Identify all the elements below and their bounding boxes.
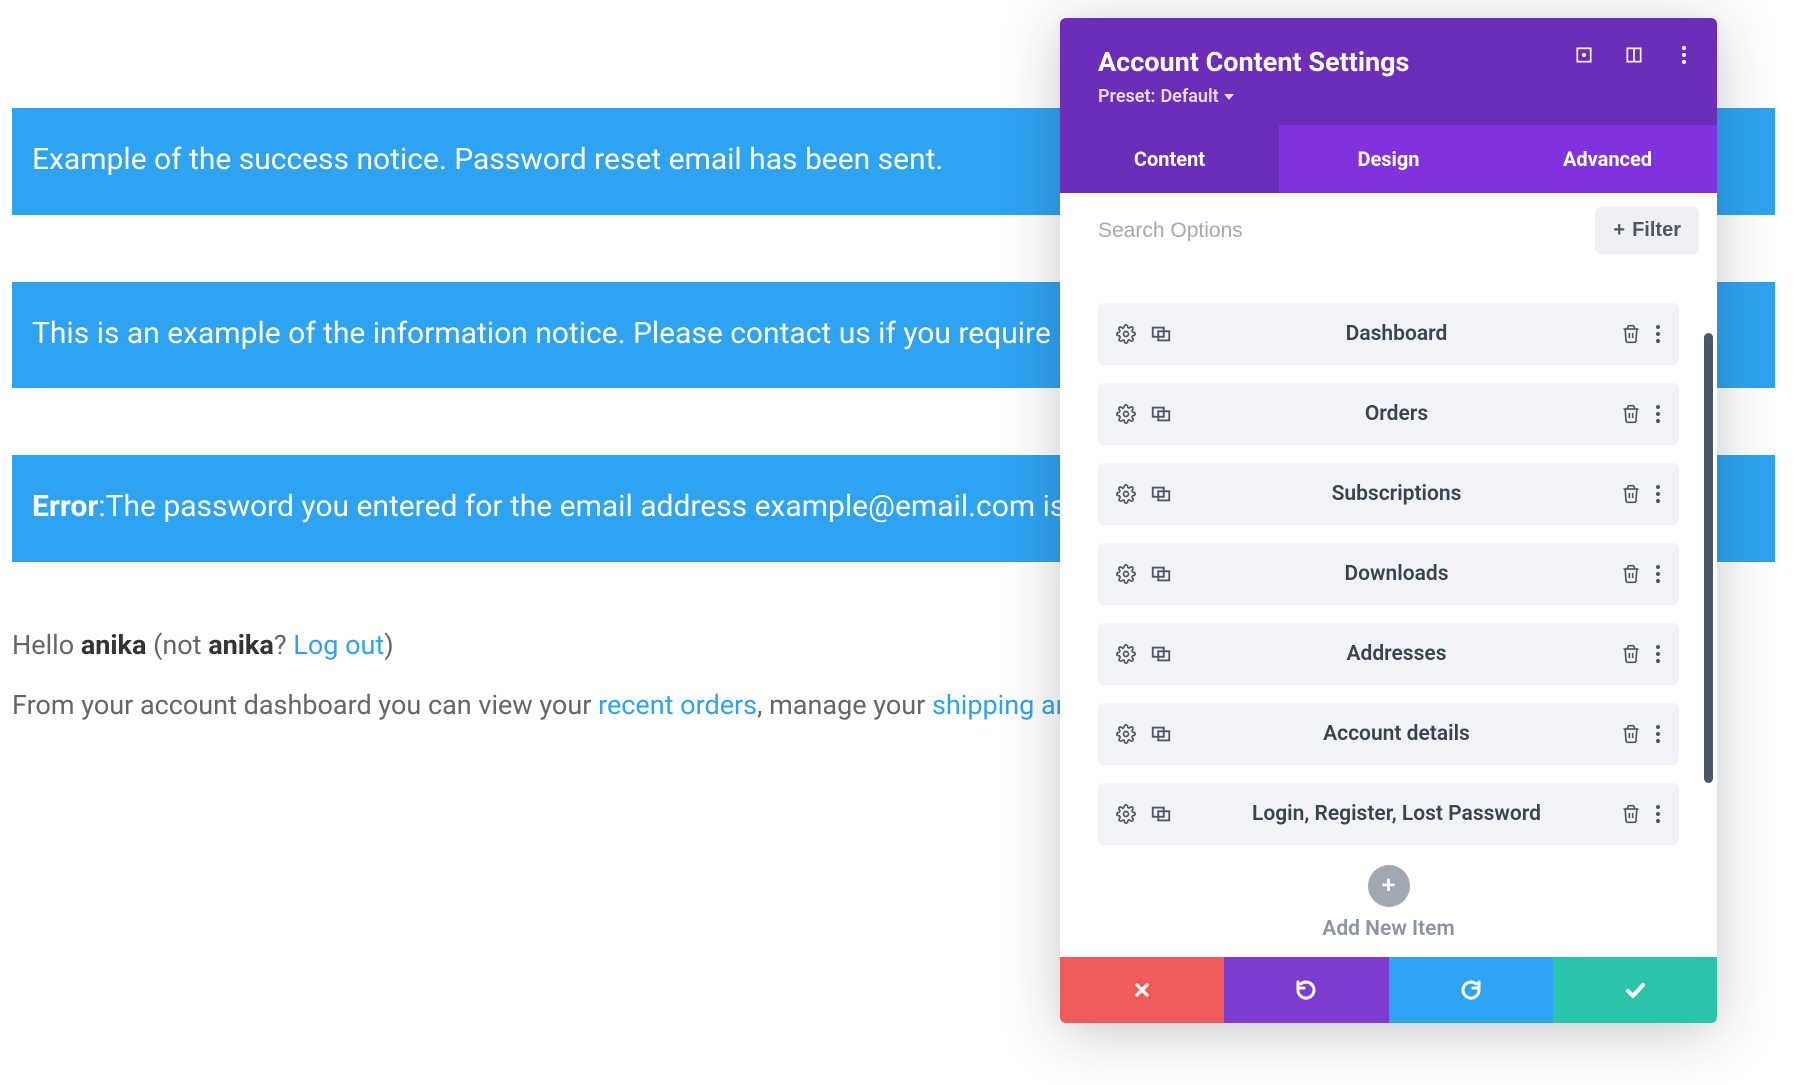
item-label: Login, Register, Lost Password (1184, 802, 1609, 826)
tab-content[interactable]: Content (1060, 125, 1279, 193)
trash-icon[interactable] (1621, 404, 1641, 424)
recent-orders-link[interactable]: recent orders (598, 689, 757, 721)
more-icon[interactable] (1655, 404, 1661, 424)
content-item[interactable]: Login, Register, Lost Password (1098, 783, 1679, 845)
content-item[interactable]: Addresses (1098, 623, 1679, 685)
add-item-button[interactable]: + (1368, 865, 1410, 907)
scrollbar-thumb[interactable] (1704, 333, 1713, 783)
duplicate-icon[interactable] (1150, 804, 1172, 824)
tab-advanced[interactable]: Advanced (1498, 125, 1717, 193)
gear-icon[interactable] (1116, 404, 1136, 424)
item-label: Downloads (1184, 562, 1609, 586)
trash-icon[interactable] (1621, 644, 1641, 664)
more-icon[interactable] (1655, 644, 1661, 664)
more-icon[interactable] (1655, 724, 1661, 744)
cancel-button[interactable] (1060, 957, 1224, 1023)
trash-icon[interactable] (1621, 804, 1641, 824)
content-item[interactable]: Account details (1098, 703, 1679, 765)
greeting-username: anika (81, 629, 147, 661)
item-label: Addresses (1184, 642, 1609, 666)
preset-prefix: Preset: (1098, 86, 1155, 107)
content-item[interactable]: Subscriptions (1098, 463, 1679, 525)
duplicate-icon[interactable] (1150, 564, 1172, 584)
caret-down-icon (1224, 94, 1234, 100)
trash-icon[interactable] (1621, 564, 1641, 584)
expand-icon[interactable] (1573, 44, 1595, 66)
columns-icon[interactable] (1623, 44, 1645, 66)
duplicate-icon[interactable] (1150, 724, 1172, 744)
greeting-username2: anika (208, 629, 274, 661)
more-icon[interactable] (1655, 564, 1661, 584)
panel-header: Account Content Settings Preset: Default (1060, 18, 1717, 125)
error-text: :The password you entered for the email … (98, 489, 1166, 524)
greeting-hello: Hello (12, 629, 81, 661)
filter-button[interactable]: + Filter (1595, 207, 1699, 254)
more-icon[interactable] (1655, 804, 1661, 824)
dash-mid: , manage your (757, 689, 932, 721)
item-list: Dashboard Orders Subscriptions Downloads Add… (1060, 269, 1717, 855)
search-bar: + Filter (1060, 193, 1717, 269)
error-label: Error (32, 489, 98, 524)
scrollbar[interactable] (1704, 333, 1713, 783)
trash-icon[interactable] (1621, 484, 1641, 504)
action-bar (1060, 957, 1717, 1023)
panel-tabs: Content Design Advanced (1060, 125, 1717, 193)
content-item[interactable]: Downloads (1098, 543, 1679, 605)
item-label: Account details (1184, 722, 1609, 746)
more-icon[interactable] (1655, 324, 1661, 344)
undo-button[interactable] (1224, 957, 1388, 1023)
add-item-label: Add New Item (1060, 917, 1717, 941)
duplicate-icon[interactable] (1150, 484, 1172, 504)
duplicate-icon[interactable] (1150, 644, 1172, 664)
duplicate-icon[interactable] (1150, 324, 1172, 344)
trash-icon[interactable] (1621, 724, 1641, 744)
preset-dropdown[interactable]: Preset: Default (1098, 86, 1234, 107)
logout-link[interactable]: Log out (293, 629, 384, 661)
tab-design[interactable]: Design (1279, 125, 1498, 193)
greeting-not: (not (146, 629, 208, 661)
item-label: Subscriptions (1184, 482, 1609, 506)
item-label: Orders (1184, 402, 1609, 426)
plus-icon: + (1613, 219, 1625, 242)
filter-label: Filter (1632, 219, 1681, 242)
greeting-question: ? (274, 629, 293, 661)
gear-icon[interactable] (1116, 724, 1136, 744)
gear-icon[interactable] (1116, 564, 1136, 584)
trash-icon[interactable] (1621, 324, 1641, 344)
settings-panel: Account Content Settings Preset: Default… (1060, 18, 1717, 1023)
more-icon[interactable] (1673, 44, 1695, 66)
dash-pre: From your account dashboard you can view… (12, 689, 598, 721)
gear-icon[interactable] (1116, 324, 1136, 344)
item-label: Dashboard (1184, 322, 1609, 346)
redo-button[interactable] (1389, 957, 1553, 1023)
content-item[interactable]: Dashboard (1098, 303, 1679, 365)
duplicate-icon[interactable] (1150, 404, 1172, 424)
search-input[interactable] (1098, 219, 1581, 243)
greeting-close: ) (384, 629, 393, 661)
more-icon[interactable] (1655, 484, 1661, 504)
gear-icon[interactable] (1116, 804, 1136, 824)
gear-icon[interactable] (1116, 644, 1136, 664)
content-item[interactable]: Orders (1098, 383, 1679, 445)
save-button[interactable] (1553, 957, 1717, 1023)
gear-icon[interactable] (1116, 484, 1136, 504)
panel-header-icons (1573, 44, 1695, 66)
preset-name: Default (1160, 86, 1218, 107)
add-section: + Add New Item (1060, 855, 1717, 941)
